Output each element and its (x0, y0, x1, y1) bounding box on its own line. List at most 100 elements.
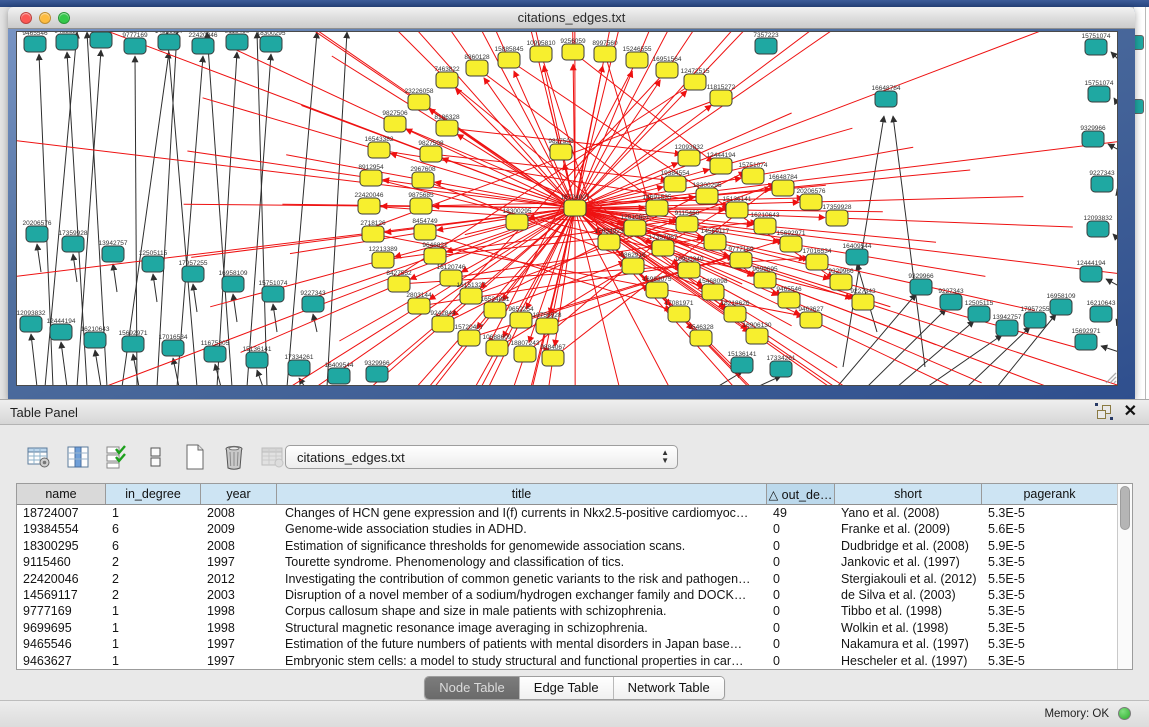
network-node[interactable] (826, 210, 848, 226)
network-node[interactable] (90, 32, 112, 48)
network-node[interactable] (780, 236, 802, 252)
network-node[interactable] (408, 94, 430, 110)
table-row[interactable]: 911546021997Tourette syndrome. Phenomeno… (17, 554, 1117, 570)
network-node[interactable] (122, 336, 144, 352)
network-node[interactable] (222, 276, 244, 292)
column-header-in-degree[interactable]: in_degree (106, 484, 201, 504)
table-row[interactable]: 1938455462009Genome-wide association stu… (17, 521, 1117, 537)
close-panel-icon[interactable]: ✕ (1124, 404, 1137, 419)
network-node[interactable] (1091, 176, 1113, 192)
network-node[interactable] (806, 254, 828, 270)
network-canvas[interactable]: 9465546946362796996959777169145691172242… (16, 31, 1118, 386)
network-node[interactable] (458, 330, 480, 346)
table-row[interactable]: 1456911722003Disruption of a novel membe… (17, 587, 1117, 603)
network-node[interactable] (162, 340, 184, 356)
select-rows-icon[interactable] (104, 444, 130, 470)
network-node[interactable] (368, 142, 390, 158)
network-node[interactable] (432, 316, 454, 332)
network-node[interactable] (424, 248, 446, 264)
network-node[interactable] (710, 90, 732, 106)
network-node[interactable] (142, 256, 164, 272)
network-node[interactable] (192, 38, 214, 54)
network-node[interactable] (420, 146, 442, 162)
tab-edge-table[interactable]: Edge Table (520, 677, 614, 699)
network-node[interactable] (436, 72, 458, 88)
network-node[interactable] (1088, 86, 1110, 102)
column-header-pagerank[interactable]: pagerank (982, 484, 1117, 504)
network-node[interactable] (676, 216, 698, 232)
network-node[interactable] (408, 298, 430, 314)
network-node[interactable] (646, 200, 668, 216)
network-node[interactable] (754, 218, 776, 234)
network-node[interactable] (182, 266, 204, 282)
network-node[interactable] (102, 246, 124, 262)
table-row[interactable]: 946554611997Estimation of the future num… (17, 636, 1117, 652)
network-node[interactable] (204, 346, 226, 362)
network-node[interactable] (678, 262, 700, 278)
network-node[interactable] (778, 292, 800, 308)
network-node[interactable] (731, 357, 753, 373)
network-node[interactable] (726, 202, 748, 218)
network-node[interactable] (124, 38, 146, 54)
network-node[interactable] (412, 172, 434, 188)
network-node[interactable] (702, 284, 724, 300)
network-node[interactable] (622, 258, 644, 274)
network-node[interactable] (996, 320, 1018, 336)
network-node[interactable] (410, 198, 432, 214)
network-node[interactable] (362, 226, 384, 242)
network-node[interactable] (26, 226, 48, 242)
network-node[interactable] (384, 116, 406, 132)
network-node[interactable] (1085, 39, 1107, 55)
table-selector-dropdown[interactable]: citations_edges.txt ▲▼ (285, 445, 678, 469)
table-row[interactable]: 969969511998Structural magnetic resonanc… (17, 620, 1117, 636)
column-header-title[interactable]: title (277, 484, 767, 504)
import-table-icon[interactable] (260, 444, 286, 470)
resize-grip-icon[interactable] (1103, 370, 1117, 384)
column-header-year[interactable]: year (201, 484, 277, 504)
network-node[interactable] (158, 34, 180, 50)
network-node[interactable] (800, 194, 822, 210)
network-node[interactable] (724, 306, 746, 322)
network-node[interactable] (668, 306, 690, 322)
table-row[interactable]: 1830029562008Estimation of significance … (17, 538, 1117, 554)
network-node[interactable] (746, 328, 768, 344)
network-node[interactable] (664, 176, 686, 192)
new-table-icon[interactable] (182, 444, 208, 470)
network-node[interactable] (704, 234, 726, 250)
network-node[interactable] (388, 276, 410, 292)
table-row[interactable]: 977716911998Corpus callosum shape and si… (17, 603, 1117, 619)
network-node[interactable] (594, 46, 616, 62)
network-node[interactable] (226, 34, 248, 50)
network-node[interactable] (62, 236, 84, 252)
network-node[interactable] (542, 350, 564, 366)
network-node[interactable] (510, 312, 532, 328)
table-row[interactable]: 1872400712008Changes of HCN gene express… (17, 505, 1117, 521)
network-node[interactable] (414, 224, 436, 240)
network-node[interactable] (514, 346, 536, 362)
network-node[interactable] (288, 360, 310, 376)
network-node[interactable] (358, 198, 380, 214)
table-settings-icon[interactable] (26, 444, 52, 470)
network-node[interactable] (1087, 221, 1109, 237)
tab-network-table[interactable]: Network Table (614, 677, 724, 699)
network-node[interactable] (772, 180, 794, 196)
network-node[interactable] (696, 188, 718, 204)
network-node[interactable] (466, 60, 488, 76)
network-node[interactable] (1075, 334, 1097, 350)
network-node[interactable] (246, 352, 268, 368)
network-node[interactable] (1090, 306, 1112, 322)
network-node[interactable] (372, 252, 394, 268)
network-node[interactable] (846, 249, 868, 265)
network-node[interactable] (910, 279, 932, 295)
network-node[interactable] (626, 52, 648, 68)
network-node[interactable] (24, 36, 46, 52)
delete-table-icon[interactable] (221, 444, 247, 470)
network-node[interactable] (710, 158, 732, 174)
table-row[interactable]: 946362711997Embryonic stem cells: a mode… (17, 653, 1117, 669)
network-node[interactable] (84, 332, 106, 348)
float-panel-icon[interactable] (1097, 404, 1112, 419)
network-node[interactable] (598, 234, 620, 250)
network-node[interactable] (530, 46, 552, 62)
network-node[interactable] (852, 294, 874, 310)
network-node[interactable] (1024, 312, 1046, 328)
